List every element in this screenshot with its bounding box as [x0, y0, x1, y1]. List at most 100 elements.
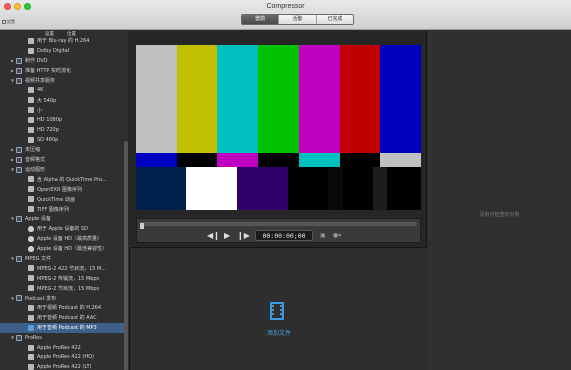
sidebar-item[interactable]: 小 [0, 105, 124, 115]
sidebar-item[interactable]: QuickTime 动画 [0, 194, 124, 204]
preset-icon [28, 87, 34, 94]
sidebar-item[interactable]: OpenEXR 图像序列 [0, 184, 124, 194]
sidebar-item-label: TIFF 图像序列 [37, 206, 69, 213]
settings-sidebar: 設置 位置 用于 Blu-ray 的 H.264 Dolby Digital ▶ 制作… [0, 31, 130, 370]
sidebar-item-label: Dolby Digital [37, 47, 70, 54]
sidebar-item-label: 大 540p [37, 97, 57, 104]
disclosure-closed-icon[interactable]: ▶ [9, 147, 16, 152]
blue-icon [28, 324, 34, 331]
color-bar [176, 153, 218, 167]
folder-icon [16, 156, 22, 163]
sidebar-group[interactable]: ▼ Apple 设备 [0, 214, 124, 224]
tab-current[interactable]: 當前 [242, 15, 280, 24]
sidebar-item-label: OpenEXR 图像序列 [37, 186, 83, 193]
sidebar-group[interactable]: ▼ Podcast 发布 [0, 293, 124, 303]
folder-icon [16, 295, 22, 302]
sidebar-item-label: 含 Alpha 的 QuickTime Pro... [37, 176, 107, 183]
scrubber[interactable] [140, 222, 417, 229]
tab-active[interactable]: 活動 [279, 15, 317, 24]
window-title: Compressor [266, 3, 305, 10]
sidebar-item[interactable]: MPEG-2 422 节目流，15 M... [0, 263, 124, 273]
sidebar-group[interactable]: ▶ 未压缩 [0, 145, 124, 155]
disclosure-closed-icon[interactable]: ▶ [9, 68, 16, 73]
preset-icon [28, 206, 34, 213]
sidebar-item-label: MPEG-2 422 节目流，15 M... [37, 265, 107, 272]
color-bar [136, 167, 186, 210]
sidebar-item[interactable]: Dolby Digital [0, 46, 124, 56]
disclosure-open-icon[interactable]: ▼ [9, 296, 16, 301]
sidebar-item[interactable]: Apple ProRes 422 (HQ) [0, 353, 124, 363]
inspector-panel: 没有可检查的对象 [428, 31, 571, 370]
sidebar-group[interactable]: ▶ 准备 HTTP 实时流化 [0, 66, 124, 76]
color-bars-bottom [136, 167, 421, 210]
sidebar-item[interactable]: 含 Alpha 的 QuickTime Pro... [0, 174, 124, 184]
preset-icon [28, 136, 34, 143]
sidebar-group[interactable]: ▼ 运动图形 [0, 165, 124, 175]
sidebar-group[interactable]: ▼ 视频共享服务 [0, 76, 124, 86]
next-frame-icon[interactable]: ❙▶ [237, 231, 250, 240]
sidebar-item-label: Apple 设备 [25, 216, 51, 223]
preset-icon [28, 344, 34, 351]
sidebar-item[interactable]: MPEG-2 传输流，15 Mbps [0, 273, 124, 283]
color-bar [217, 45, 259, 153]
sidebar-item-label: 运动图形 [25, 167, 46, 174]
color-bar [288, 167, 328, 210]
sidebar-item[interactable]: MPEG-2 节目流，15 Mbps [0, 283, 124, 293]
sidebar-item-label: 准备 HTTP 实时流化 [25, 68, 71, 75]
settings-button[interactable]: 設置 [2, 17, 26, 27]
disclosure-open-icon[interactable]: ▼ [9, 78, 16, 83]
sidebar-item[interactable]: 用于视频 Podcast 的 H.264 [0, 303, 124, 313]
sidebar-item[interactable]: HD 720p [0, 125, 124, 135]
color-bar [298, 153, 340, 167]
disclosure-open-icon[interactable]: ▼ [9, 256, 16, 261]
film-icon[interactable] [270, 302, 284, 320]
color-bar [339, 45, 381, 153]
sidebar-item-label: QuickTime 动画 [37, 196, 75, 203]
batch-drop-zone[interactable]: 添加文件 [131, 248, 427, 370]
view-options-icon[interactable]: ▣ [320, 232, 326, 239]
color-bar [176, 45, 218, 153]
disclosure-open-icon[interactable]: ▼ [9, 216, 16, 221]
color-bars-middle [136, 153, 421, 167]
sidebar-item[interactable]: Apple ProRes 422 [0, 343, 124, 353]
sidebar-item[interactable]: 用于 Blu-ray 的 H.264 [0, 36, 124, 46]
playhead[interactable] [140, 223, 144, 229]
sidebar-item[interactable]: TIFF 图像序列 [0, 204, 124, 214]
preset-icon [28, 97, 34, 104]
color-bar [380, 153, 421, 167]
sidebar-item[interactable]: Apple ProRes 422 (LT) [0, 362, 124, 370]
marker-menu-icon[interactable]: ●▾ [333, 232, 341, 239]
disclosure-open-icon[interactable]: ▼ [9, 167, 16, 172]
sidebar-item-label: 4K [37, 87, 44, 94]
sidebar-item[interactable]: 用于音频 Podcast 的 AAC [0, 313, 124, 323]
disclosure-closed-icon[interactable]: ▶ [9, 58, 16, 63]
preset-icon [28, 354, 34, 361]
disclosure-closed-icon[interactable]: ▶ [9, 157, 16, 162]
sidebar-group[interactable]: ▶ 制作 DVD [0, 56, 124, 66]
apple-icon [28, 245, 34, 252]
add-file-label[interactable]: 添加文件 [131, 328, 427, 337]
sidebar-item[interactable]: 用于 Apple 设备的 SD [0, 224, 124, 234]
disclosure-open-icon[interactable]: ▼ [9, 335, 16, 340]
sidebar-item[interactable]: HD 1080p [0, 115, 124, 125]
timecode-display: 00:00:00;00 [255, 230, 313, 241]
sidebar-item[interactable]: SD 480p [0, 135, 124, 145]
tab-completed[interactable]: 已完成 [316, 15, 353, 24]
sidebar-group[interactable]: ▶ 音频格式 [0, 155, 124, 165]
sidebar-item[interactable]: Apple 设备 HD（最佳兼容性） [0, 244, 124, 254]
preset-icon [28, 285, 34, 292]
color-bar [258, 45, 299, 153]
sidebar-item[interactable]: 用于音频 Podcast 的 MP3 [0, 322, 124, 333]
previous-frame-icon[interactable]: ◀❙ [207, 231, 220, 240]
color-bar [258, 153, 299, 167]
sidebar-group[interactable]: ▼ MPEG 文件 [0, 254, 124, 264]
sidebar-item-label: Apple ProRes 422 (LT) [37, 364, 92, 370]
sidebar-item[interactable]: Apple 设备 HD（最高质量） [0, 234, 124, 244]
play-icon[interactable]: ▶ [224, 231, 230, 240]
sidebar-item[interactable]: 4K [0, 85, 124, 95]
sidebar-scrollbar[interactable] [124, 141, 128, 370]
sidebar-item[interactable]: 大 540p [0, 95, 124, 105]
sidebar-group[interactable]: ▼ ProRes [0, 333, 124, 343]
settings-label: 設置 [7, 19, 15, 24]
folder-icon [16, 57, 22, 64]
